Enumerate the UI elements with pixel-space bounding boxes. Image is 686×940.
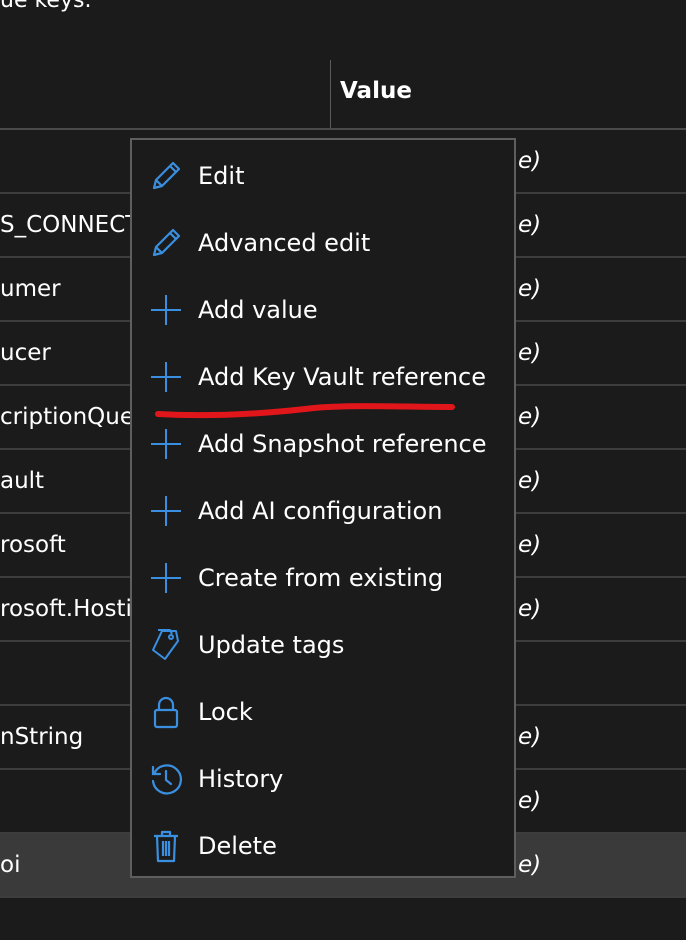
pencil-icon — [148, 225, 184, 261]
menu-item-label: Create from existing — [198, 564, 444, 592]
menu-item-add-ai-configuration[interactable]: Add AI configuration — [132, 483, 514, 539]
menu-item-add-value[interactable]: Add value — [132, 282, 514, 338]
context-menu: Edit Advanced edit Add value Add Key Vau… — [130, 138, 516, 878]
menu-item-label: Add Snapshot reference — [198, 430, 487, 458]
top-description-text: ue keys. — [0, 0, 92, 13]
plus-icon — [148, 560, 184, 596]
menu-item-label: Add value — [198, 296, 318, 324]
menu-item-label: Edit — [198, 162, 245, 190]
column-divider[interactable] — [330, 60, 331, 130]
column-header-value[interactable]: Value — [340, 78, 412, 104]
menu-item-history[interactable]: History — [132, 751, 514, 807]
menu-item-update-tags[interactable]: Update tags — [132, 617, 514, 673]
tags-icon — [148, 627, 184, 663]
plus-icon — [148, 292, 184, 328]
menu-item-add-key-vault-reference[interactable]: Add Key Vault reference — [132, 349, 514, 405]
row-value: e) — [518, 852, 542, 878]
lock-icon — [148, 694, 184, 730]
plus-icon — [148, 493, 184, 529]
row-key: ucer — [0, 340, 51, 366]
row-value: e) — [518, 212, 542, 238]
row-key: rosoft.Hosti — [0, 596, 130, 622]
row-value: e) — [518, 532, 542, 558]
menu-item-label: History — [198, 765, 284, 793]
history-icon — [148, 761, 184, 797]
menu-item-add-snapshot-reference[interactable]: Add Snapshot reference — [132, 416, 514, 472]
row-key: criptionQue — [0, 404, 130, 430]
row-value: e) — [518, 724, 542, 750]
menu-item-label: Add Key Vault reference — [198, 363, 487, 391]
row-key: rosoft — [0, 532, 66, 558]
plus-icon — [148, 426, 184, 462]
menu-item-label: Add AI configuration — [198, 497, 443, 525]
menu-item-label: Advanced edit — [198, 229, 371, 257]
row-value: e) — [518, 788, 542, 814]
pencil-icon — [148, 158, 184, 194]
row-key: umer — [0, 276, 61, 302]
menu-item-label: Update tags — [198, 631, 345, 659]
row-value: e) — [518, 148, 542, 174]
row-value: e) — [518, 596, 542, 622]
menu-item-lock[interactable]: Lock — [132, 684, 514, 740]
menu-item-edit[interactable]: Edit — [132, 148, 514, 204]
row-value: e) — [518, 276, 542, 302]
menu-item-delete[interactable]: Delete — [132, 818, 514, 874]
menu-item-label: Lock — [198, 698, 253, 726]
row-key: S_CONNECT — [0, 212, 130, 238]
row-key: oi — [0, 852, 21, 878]
row-key: nString — [0, 724, 84, 750]
menu-item-advanced-edit[interactable]: Advanced edit — [132, 215, 514, 271]
menu-item-create-from-existing[interactable]: Create from existing — [132, 550, 514, 606]
row-value: e) — [518, 340, 542, 366]
row-value: e) — [518, 404, 542, 430]
row-value: e) — [518, 468, 542, 494]
plus-icon — [148, 359, 184, 395]
menu-item-label: Delete — [198, 832, 277, 860]
row-key: ault — [0, 468, 45, 494]
trash-icon — [148, 828, 184, 864]
